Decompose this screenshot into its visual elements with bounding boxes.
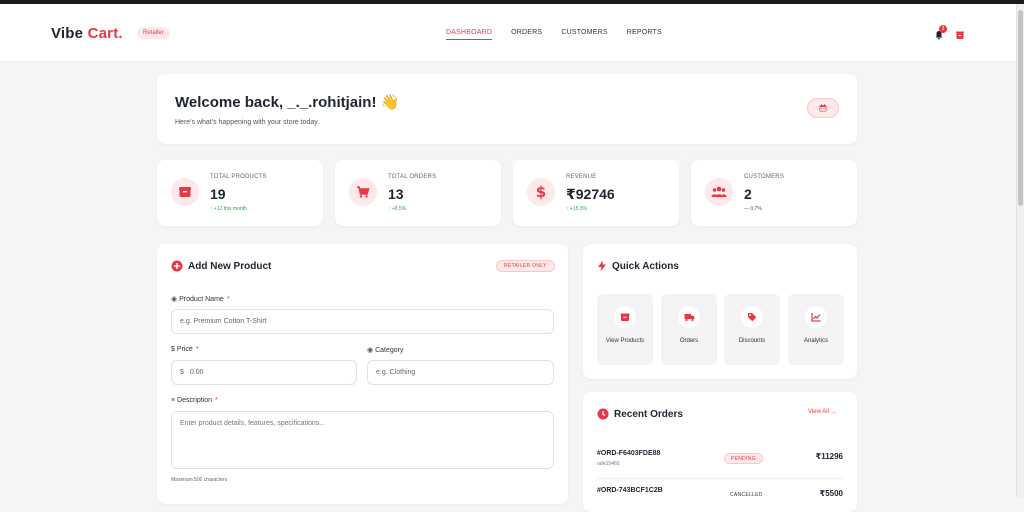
calendar-icon — [819, 104, 827, 112]
nav-orders[interactable]: ORDERS — [511, 29, 542, 40]
view-all-link[interactable]: View All → — [808, 409, 837, 415]
retailer-only-badge: RETAILER ONLY — [496, 260, 555, 272]
description-textarea[interactable]: Enter product details, features, specifi… — [171, 411, 554, 469]
quick-action-view-products[interactable]: View Products — [597, 294, 653, 365]
role-badge: Retailer — [137, 27, 170, 39]
box-icon — [171, 178, 199, 206]
status-badge: CANCELLED — [724, 490, 769, 501]
truck-icon — [678, 306, 700, 328]
calendar-button[interactable] — [807, 98, 839, 118]
quick-action-orders[interactable]: Orders — [661, 294, 717, 365]
product-name-input[interactable]: e.g. Premium Cotton T-Shirt — [171, 309, 554, 334]
recent-orders-card: Recent Orders View All → #ORD-F6403FDE88… — [583, 392, 857, 512]
description-hint: Maximum 500 characters — [171, 477, 228, 483]
stat-customers: CUSTOMERS 2 — 0.7% — [691, 160, 857, 226]
quick-actions-title: Quick Actions — [612, 261, 679, 272]
store-icon[interactable] — [955, 30, 965, 40]
align-left-icon: ≡ — [171, 397, 176, 404]
notification-count: 3 — [939, 25, 947, 33]
status-badge: PENDING — [724, 453, 763, 464]
nav-dashboard[interactable]: DASHBOARD — [446, 29, 493, 40]
top-navbar: Vibe Cart. Retailer DASHBOARD ORDERS CUS… — [0, 4, 1016, 62]
box-icon — [614, 306, 636, 328]
quick-action-discounts[interactable]: Discounts — [724, 294, 780, 365]
tag-icon: ◉ — [367, 347, 374, 354]
nav-reports[interactable]: REPORTS — [627, 29, 662, 40]
stat-revenue: $ REVENUE ₹92746 ↑ +15.3% — [513, 160, 679, 226]
dollar-icon: $ — [527, 178, 555, 206]
users-icon — [705, 178, 733, 206]
add-product-card: Add New Product RETAILER ONLY ◉ Product … — [157, 244, 568, 504]
plus-circle-icon — [171, 260, 183, 272]
clock-icon — [597, 408, 609, 420]
bolt-icon — [598, 260, 606, 272]
stat-total-products: TOTAL PRODUCTS 19 ↑ +12 this month — [157, 160, 323, 226]
category-label: ◉ Category — [367, 347, 404, 354]
welcome-title: Welcome back, _._.rohitjain! 👋 — [175, 94, 400, 111]
main-nav: DASHBOARD ORDERS CUSTOMERS REPORTS — [446, 29, 681, 40]
stat-total-orders: TOTAL ORDERS 13 ↑ +8.5% — [335, 160, 501, 226]
scrollbar-thumb[interactable] — [1018, 10, 1023, 206]
cart-icon — [349, 178, 377, 206]
tag-icon — [741, 306, 763, 328]
add-product-title: Add New Product — [188, 261, 272, 272]
description-label: ≡ Description * — [171, 397, 218, 404]
price-label: $ Price * — [171, 346, 199, 353]
nav-customers[interactable]: CUSTOMERS — [561, 29, 607, 40]
welcome-card: Welcome back, _._.rohitjain! 👋 Here's wh… — [157, 74, 857, 144]
welcome-subtitle: Here's what's happening with your store … — [175, 119, 320, 126]
recent-orders-title: Recent Orders — [614, 409, 683, 420]
divider — [597, 478, 843, 479]
tag-icon: ◉ — [171, 296, 178, 303]
chart-icon — [805, 306, 827, 328]
quick-action-analytics[interactable]: Analytics — [788, 294, 844, 365]
price-input[interactable]: $ 0.00 — [171, 360, 357, 385]
product-name-label: ◉ Product Name * — [171, 296, 230, 303]
brand-logo[interactable]: Vibe Cart. — [51, 25, 123, 42]
category-input[interactable]: e.g. Clothing — [367, 360, 554, 385]
quick-actions-card: Quick Actions View Products Orders Disco… — [583, 244, 857, 379]
